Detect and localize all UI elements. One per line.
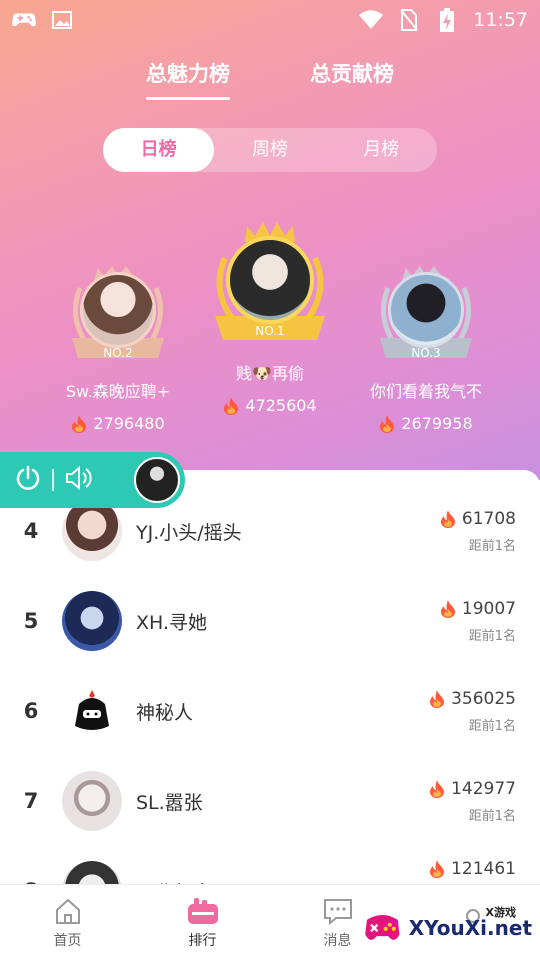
podium-second-name: Sw.森晚应聘+ <box>65 382 171 401</box>
battery-charging-icon <box>435 8 459 32</box>
tab-total-charm[interactable]: 总魅力榜 <box>146 58 230 100</box>
ranking-list: 4 YJ.小头/摇头 61708 距前1名 5 XH.寻她 19007 距前1名… <box>0 470 540 890</box>
period-segmented-control: 日榜 周榜 月榜 <box>103 128 437 172</box>
power-icon[interactable] <box>14 464 42 496</box>
list-item-name: YJ.小头/摇头 <box>136 521 242 544</box>
avatar <box>388 272 464 348</box>
gamepad-logo-icon <box>365 914 400 940</box>
silver-crown-frame: NO.3 <box>366 258 486 368</box>
tab-monthly[interactable]: 月榜 <box>326 128 437 172</box>
rank-label-no3: NO.3 <box>411 346 441 360</box>
list-item-score: 121461 <box>451 859 516 879</box>
flame-icon <box>223 396 239 415</box>
tab-total-contribution[interactable]: 总贡献榜 <box>310 58 394 100</box>
podium-second[interactable]: NO.2 Sw.森晚应聘+ 2796480 <box>48 258 188 433</box>
divider <box>52 469 54 491</box>
main-tabs: 总魅力榜 总贡献榜 <box>0 58 540 100</box>
list-item[interactable]: 6 神秘人 356025 距前1名 <box>0 666 540 756</box>
ranking-icon <box>187 897 218 924</box>
list-item-gap: 距前1名 <box>468 808 516 824</box>
list-item[interactable]: 5 XH.寻她 19007 距前1名 <box>0 576 540 666</box>
tab-daily[interactable]: 日榜 <box>103 128 215 172</box>
avatar <box>62 591 122 651</box>
home-icon <box>55 898 80 924</box>
list-item-score: 142977 <box>451 778 516 799</box>
podium-first-name: 贱🐶再偷 <box>236 364 304 383</box>
podium-third-name: 你们看着我气不 <box>369 382 482 401</box>
avatar <box>226 236 314 324</box>
tab-weekly[interactable]: 周榜 <box>214 128 325 172</box>
nav-ranking[interactable]: 排行 <box>135 885 270 960</box>
volume-icon[interactable] <box>64 464 94 496</box>
list-item-name: SL.嚣张 <box>136 791 203 814</box>
podium-third-score: 2679958 <box>379 414 473 433</box>
flame-icon <box>429 779 445 798</box>
podium-first[interactable]: NO.1 贱🐶再偷 4725604 <box>200 218 340 415</box>
list-item[interactable]: 7 SL.嚣张 142977 距前1名 <box>0 756 540 846</box>
wifi-icon <box>359 10 384 30</box>
avatar <box>62 501 122 561</box>
silver-crown-frame: NO.2 <box>58 258 178 368</box>
gamepad-icon <box>12 10 36 30</box>
avatar <box>80 272 156 348</box>
avatar <box>62 681 122 741</box>
flame-icon <box>379 414 395 433</box>
rank-label-no1: NO.1 <box>255 324 285 338</box>
status-time: 11:57 <box>473 9 528 31</box>
gold-crown-frame: NO.1 <box>203 218 337 346</box>
image-icon <box>50 10 74 30</box>
no-sim-icon <box>397 9 421 31</box>
flame-icon <box>429 689 445 708</box>
list-item-score: 61708 <box>461 508 516 529</box>
list-item-gap: 距前1名 <box>468 538 516 554</box>
avatar <box>62 771 122 831</box>
list-item-gap: 距前1名 <box>468 628 516 644</box>
list-item-name: XH.寻她 <box>136 611 208 634</box>
flame-icon <box>440 509 456 528</box>
podium-second-score: 2796480 <box>71 414 165 433</box>
list-item-score: 19007 <box>461 598 516 619</box>
message-icon <box>323 898 352 925</box>
list-item-score: 356025 <box>451 688 516 709</box>
podium-first-score: 4725604 <box>223 396 317 415</box>
list-item-name: 神秘人 <box>136 701 194 724</box>
flame-icon <box>440 599 456 618</box>
watermark-tag: X游戏 <box>485 906 516 919</box>
floating-control-bar <box>0 452 185 508</box>
nav-home[interactable]: 首页 <box>0 885 135 960</box>
status-bar: 11:57 <box>0 0 540 40</box>
list-item-gap: 距前1名 <box>468 718 516 734</box>
flame-icon <box>71 414 87 433</box>
flame-icon <box>429 860 445 878</box>
podium-third[interactable]: NO.3 你们看着我气不 2679958 <box>356 258 496 433</box>
avatar[interactable] <box>134 457 180 503</box>
rank-label-no2: NO.2 <box>103 346 133 360</box>
watermark-logo: XYouXi.net X游戏 <box>362 900 532 956</box>
